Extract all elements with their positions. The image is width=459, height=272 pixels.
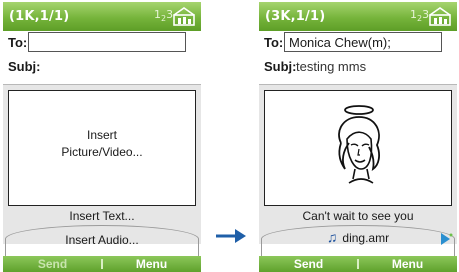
- angel-face-image: [338, 105, 380, 184]
- subject-row[interactable]: Subj: testing mms: [259, 55, 457, 77]
- menu-softkey[interactable]: Menu: [358, 257, 457, 271]
- to-row: To:: [3, 31, 201, 53]
- insert-picture-line1: Insert: [86, 128, 117, 142]
- to-field[interactable]: Monica Chew(m);: [284, 32, 442, 52]
- left-screen: (1K,1/1) 123 To: Subj: Insert Picture/Vi…: [3, 2, 201, 272]
- message-size-title: (1K,1/1): [9, 9, 70, 24]
- insert-text-item[interactable]: Insert Text...: [3, 209, 201, 223]
- send-softkey[interactable]: Send: [3, 257, 102, 271]
- send-softkey[interactable]: Send: [259, 257, 358, 271]
- subject-field[interactable]: testing mms: [296, 59, 366, 74]
- slide-area: Insert Picture/Video... Insert Text... I…: [3, 84, 201, 265]
- subject-label: Subj:: [264, 59, 297, 74]
- audio-attachment[interactable]: ♫ ding.amr: [259, 229, 457, 245]
- right-screen: (3K,1/1) 123 To: Monica Chew(m); Subj: t…: [259, 2, 457, 272]
- to-field[interactable]: [28, 32, 186, 52]
- signal-icon: [173, 7, 195, 26]
- input-mode-indicator[interactable]: 123: [410, 8, 429, 23]
- softkey-bar: Send Menu: [3, 256, 201, 272]
- softkey-bar: Send Menu: [259, 256, 457, 272]
- insert-picture-area[interactable]: Insert Picture/Video...: [8, 90, 196, 206]
- music-note-icon: ♫: [326, 229, 338, 245]
- title-bar: (3K,1/1) 123: [259, 2, 457, 31]
- to-label: To:: [264, 35, 284, 50]
- message-size-title: (3K,1/1): [265, 9, 326, 24]
- audio-file-name: ding.amr: [342, 231, 390, 245]
- arrow-right-icon: [216, 229, 246, 243]
- slide-area: Can't wait to see you ♫ ding.amr: [259, 84, 457, 265]
- title-bar: (1K,1/1) 123: [3, 2, 201, 31]
- to-label: To:: [8, 35, 28, 50]
- to-row: To: Monica Chew(m);: [259, 31, 457, 53]
- insert-picture-label: Insert Picture/Video...: [9, 127, 195, 161]
- next-slide-icon[interactable]: [439, 232, 453, 246]
- subject-label: Subj:: [8, 59, 41, 74]
- insert-audio-item[interactable]: Insert Audio...: [3, 233, 201, 247]
- insert-picture-line2: Picture/Video...: [61, 145, 143, 159]
- menu-softkey[interactable]: Menu: [102, 257, 201, 271]
- input-mode-indicator[interactable]: 123: [154, 8, 173, 23]
- message-text[interactable]: Can't wait to see you: [259, 209, 457, 223]
- subject-row[interactable]: Subj:: [3, 55, 201, 77]
- picture-area[interactable]: [264, 90, 452, 206]
- signal-icon: [429, 7, 451, 26]
